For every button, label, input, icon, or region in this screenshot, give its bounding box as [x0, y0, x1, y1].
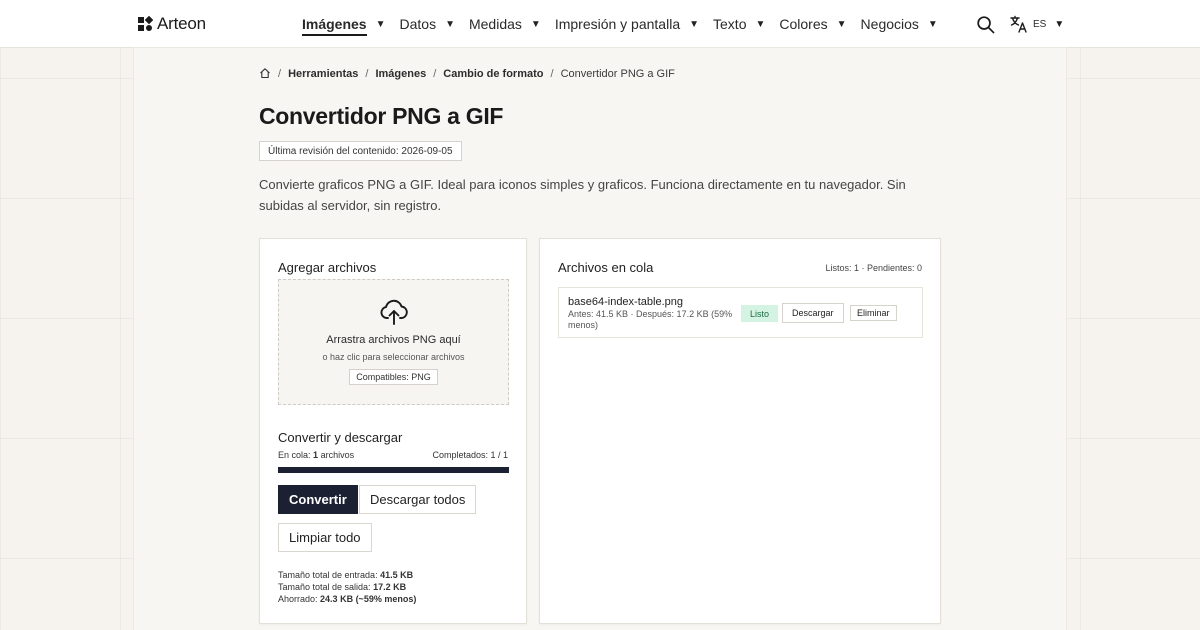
- size-totals: Tamaño total de entrada: 41.5 KB Tamaño …: [278, 569, 416, 605]
- breadcrumb: / Herramientas / Imágenes / Cambio de fo…: [259, 68, 675, 80]
- breadcrumb-herramientas[interactable]: Herramientas: [288, 68, 358, 80]
- upload-cloud-icon: [380, 299, 408, 325]
- caret-down-icon: ▼: [1054, 18, 1065, 30]
- add-files-title: Agregar archivos: [278, 260, 377, 275]
- delete-file-button[interactable]: Eliminar: [850, 305, 897, 321]
- total-input-label: Tamaño total de entrada:: [278, 570, 378, 580]
- convert-button[interactable]: Convertir: [278, 485, 358, 514]
- total-saved-value: 24.3 KB (~59% menos): [320, 594, 417, 604]
- list-item: base64-index-table.png Antes: 41.5 KB · …: [558, 287, 923, 338]
- compatible-formats-badge: Compatibles: PNG: [349, 369, 438, 385]
- breadcrumb-separator: /: [550, 68, 554, 80]
- total-output: Tamaño total de salida: 17.2 KB: [278, 581, 416, 593]
- queue-prefix: En cola:: [278, 450, 311, 460]
- nav-item-medidas[interactable]: Medidas ▼: [469, 16, 541, 32]
- total-input: Tamaño total de entrada: 41.5 KB: [278, 569, 416, 581]
- nav-item-datos[interactable]: Datos ▼: [400, 16, 455, 32]
- caret-down-icon: ▼: [530, 18, 541, 30]
- nav-label: Texto: [713, 16, 747, 32]
- download-all-button[interactable]: Descargar todos: [359, 485, 477, 514]
- nav-label: Colores: [779, 16, 828, 32]
- completed-count: Completados: 1 / 1: [432, 450, 508, 460]
- dropzone-main-text: Arrastra archivos PNG aquí: [326, 334, 461, 346]
- total-saved: Ahorrado: 24.3 KB (~59% menos): [278, 593, 416, 605]
- main-nav: Imágenes ▼ Datos ▼ Medidas ▼ Impresión y…: [302, 0, 952, 48]
- breadcrumb-current: Convertidor PNG a GIF: [560, 68, 675, 80]
- file-dropzone[interactable]: Arrastra archivos PNG aquí o haz clic pa…: [278, 279, 509, 405]
- nav-label: Datos: [399, 16, 437, 32]
- file-queue-card: Archivos en cola Listos: 1 · Pendientes:…: [539, 238, 941, 624]
- page-title: Convertidor PNG a GIF: [259, 103, 504, 129]
- queue-suffix: archivos: [320, 450, 355, 460]
- breadcrumb-imagenes[interactable]: Imágenes: [375, 68, 426, 80]
- home-icon[interactable]: [259, 67, 271, 79]
- brand-logo-icon: [138, 16, 153, 31]
- search-icon[interactable]: [976, 15, 995, 34]
- nav-label: Impresión y pantalla: [554, 16, 681, 32]
- breadcrumb-separator: /: [365, 68, 369, 80]
- progress-fill: [278, 467, 509, 473]
- caret-down-icon: ▼: [689, 18, 700, 30]
- clear-all-button[interactable]: Limpiar todo: [278, 523, 372, 552]
- breadcrumb-separator: /: [433, 68, 437, 80]
- breadcrumb-separator: /: [278, 68, 282, 80]
- status-badge: Listo: [741, 305, 779, 322]
- total-output-value: 17.2 KB: [373, 582, 407, 592]
- nav-label: Negocios: [860, 16, 919, 32]
- brand[interactable]: Arteon: [137, 14, 206, 34]
- nav-label: Medidas: [468, 16, 522, 32]
- language-code: ES: [1033, 18, 1047, 30]
- conversion-progress-bar: [278, 467, 509, 473]
- nav-item-negocios[interactable]: Negocios ▼: [861, 16, 938, 32]
- caret-down-icon: ▼: [755, 18, 766, 30]
- revision-badge: Última revisión del contenido: 2026-09-0…: [259, 141, 462, 161]
- brand-name: Arteon: [157, 14, 206, 33]
- language-selector[interactable]: ES ▼: [1010, 15, 1064, 33]
- convert-section-title: Convertir y descargar: [278, 430, 403, 445]
- file-size-meta: Antes: 41.5 KB · Después: 17.2 KB (59% m…: [568, 309, 733, 330]
- nav-item-texto[interactable]: Texto ▼: [713, 16, 765, 32]
- queue-status-counts: Listos: 1 · Pendientes: 0: [825, 263, 922, 273]
- nav-item-impresion[interactable]: Impresión y pantalla ▼: [555, 16, 699, 32]
- download-file-button[interactable]: Descargar: [782, 303, 844, 323]
- nav-item-colores[interactable]: Colores ▼: [779, 16, 846, 32]
- caret-down-icon: ▼: [375, 18, 386, 30]
- file-queue-title: Archivos en cola: [558, 260, 654, 275]
- intro-text: Convierte graficos PNG a GIF. Ideal para…: [259, 177, 906, 213]
- queue-count: En cola: 1 archivos: [278, 450, 354, 460]
- top-navigation-bar: Arteon Imágenes ▼ Datos ▼ Medidas ▼ Impr…: [0, 0, 1200, 48]
- add-files-card: Agregar archivos Arrastra archivos PNG a…: [259, 238, 527, 624]
- nav-item-imagenes[interactable]: Imágenes ▼: [302, 13, 386, 36]
- caret-down-icon: ▼: [836, 18, 847, 30]
- queue-count-value: 1: [313, 450, 319, 460]
- breadcrumb-cambio-formato[interactable]: Cambio de formato: [443, 68, 543, 80]
- total-output-label: Tamaño total de salida:: [278, 582, 371, 592]
- total-saved-label: Ahorrado:: [278, 594, 318, 604]
- file-name: base64-index-table.png: [568, 296, 683, 308]
- dropzone-sub-text: o haz clic para seleccionar archivos: [322, 352, 465, 362]
- translate-icon: [1010, 15, 1027, 33]
- total-input-value: 41.5 KB: [380, 570, 414, 580]
- nav-label: Imágenes: [302, 16, 367, 36]
- caret-down-icon: ▼: [927, 18, 938, 30]
- caret-down-icon: ▼: [445, 18, 455, 30]
